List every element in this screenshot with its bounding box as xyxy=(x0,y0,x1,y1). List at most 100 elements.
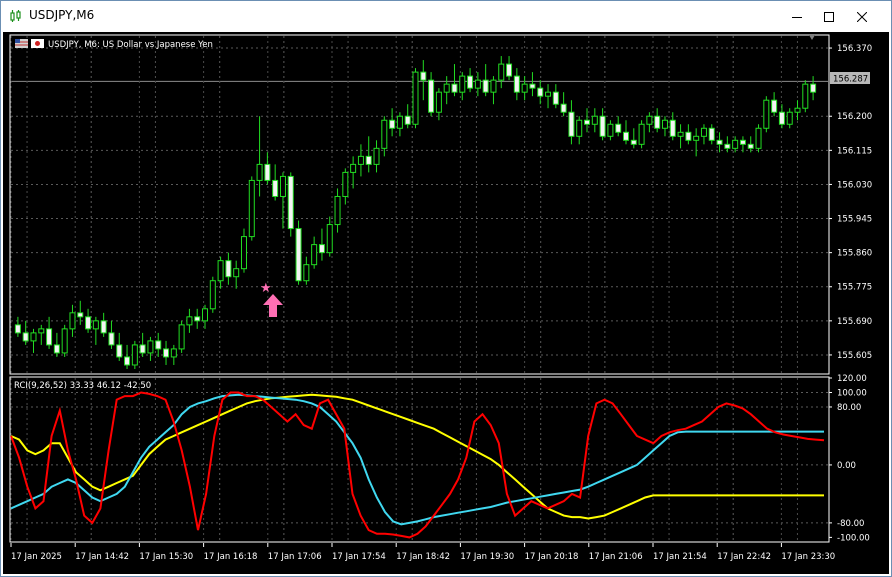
candle xyxy=(279,172,286,229)
candle xyxy=(552,84,559,109)
candle xyxy=(287,172,294,237)
candle xyxy=(490,76,497,105)
current-price: 156.287 xyxy=(833,75,868,85)
chart-canvas[interactable]: 156.370 156.200 156.115 156.030 155.945 155.8… xyxy=(3,32,889,574)
candle xyxy=(661,116,668,137)
title-bar[interactable]: USDJPY,M6 xyxy=(1,1,891,32)
candle xyxy=(724,136,731,153)
main-pane-frame xyxy=(9,34,830,375)
candle xyxy=(693,128,700,157)
buy-signal-marker: ★ xyxy=(260,281,283,317)
current-price-marker: 156.287 xyxy=(830,72,870,85)
candle xyxy=(420,60,427,101)
candle xyxy=(92,316,99,345)
candle xyxy=(529,72,536,97)
time-tick-label: 17 Jan 21:06 xyxy=(589,552,643,562)
candle xyxy=(435,88,442,121)
minimize-button[interactable] xyxy=(779,1,815,32)
candle xyxy=(654,108,661,133)
rci-mid-line xyxy=(10,393,824,526)
price-tick-label: 155.860 xyxy=(837,249,872,259)
close-button[interactable] xyxy=(844,1,880,32)
candle xyxy=(630,128,637,149)
candle xyxy=(545,84,552,109)
time-tick-label: 17 Jan 14:42 xyxy=(75,552,129,562)
time-tick-label: 17 Jan 2025 xyxy=(11,552,62,562)
chart-shift-icon[interactable] xyxy=(809,35,815,40)
candle xyxy=(763,96,770,133)
symbol-label: USDJPY, M6: US Dollar vs Japanese Yen xyxy=(48,40,213,50)
candle xyxy=(311,236,318,269)
minimize-icon xyxy=(792,16,802,18)
indicator-tick-label: -100.00 xyxy=(837,533,870,543)
candle xyxy=(685,124,692,145)
candle xyxy=(700,124,707,145)
candle xyxy=(61,324,68,357)
candle xyxy=(124,344,131,369)
candle xyxy=(716,132,723,153)
candle xyxy=(209,276,216,313)
time-tick-label: 17 Jan 17:06 xyxy=(268,552,322,562)
candle xyxy=(22,320,29,345)
candle xyxy=(53,332,60,357)
candle xyxy=(46,316,53,349)
window-title: USDJPY,M6 xyxy=(29,8,95,22)
candle xyxy=(69,304,76,337)
terminal-window: USDJPY,M6 156.370 156.200 156.115 156.030 15… xyxy=(0,0,892,577)
candle xyxy=(778,104,785,129)
indicator-tick-label: -80.00 xyxy=(837,519,864,529)
price-tick-label: 155.775 xyxy=(837,283,872,293)
candles xyxy=(14,56,817,369)
time-tick-label: 17 Jan 15:30 xyxy=(139,552,193,562)
candle xyxy=(30,328,37,353)
time-tick-label: 17 Jan 20:18 xyxy=(525,552,579,562)
candle xyxy=(85,308,92,333)
candle xyxy=(295,220,302,285)
axes: 156.370 156.200 156.115 156.030 155.945 155.8… xyxy=(10,44,872,562)
candle xyxy=(38,324,45,345)
candle xyxy=(622,120,629,145)
indicator-pane-frame xyxy=(9,376,830,543)
candle xyxy=(677,124,684,149)
candle xyxy=(599,108,606,141)
rci-long-line xyxy=(10,393,824,520)
indicator-label: RCI(9,26,52) 33.33 46.12 -42.50 xyxy=(14,381,151,391)
indicator-tick-label: 100.00 xyxy=(837,388,867,398)
star-icon: ★ xyxy=(260,281,272,296)
price-tick-label: 156.030 xyxy=(837,180,872,190)
candle xyxy=(794,100,801,121)
candle xyxy=(708,124,715,145)
candle xyxy=(155,332,162,357)
indicator-tick-label: 120.00 xyxy=(837,374,867,384)
candle xyxy=(412,68,419,129)
candle xyxy=(615,116,622,137)
maximize-icon xyxy=(824,11,834,22)
candle xyxy=(217,256,224,289)
candle xyxy=(163,340,170,365)
candle xyxy=(646,112,653,133)
symbol-label-group: USDJPY, M6: US Dollar vs Japanese Yen xyxy=(15,39,213,50)
candle xyxy=(248,176,255,241)
candle xyxy=(116,332,123,361)
candle xyxy=(404,104,411,129)
candle xyxy=(14,316,21,337)
candle xyxy=(459,72,466,101)
candle xyxy=(786,108,793,129)
candle xyxy=(771,92,778,117)
candle xyxy=(342,168,349,205)
candle xyxy=(202,304,209,329)
chart-area[interactable]: 156.370 156.200 156.115 156.030 155.945 155.8… xyxy=(3,32,889,574)
candle xyxy=(194,308,201,329)
candle xyxy=(389,108,396,137)
candle xyxy=(357,144,364,177)
candle xyxy=(537,80,544,105)
indicator-tick-label: 80.00 xyxy=(837,403,861,413)
maximize-button[interactable] xyxy=(811,1,847,32)
candle xyxy=(513,68,520,101)
candle xyxy=(443,76,450,105)
candle xyxy=(638,120,645,149)
candle xyxy=(373,140,380,173)
candle xyxy=(233,260,240,289)
time-tick-label: 17 Jan 17:54 xyxy=(332,552,386,562)
price-tick-label: 155.945 xyxy=(837,215,872,225)
